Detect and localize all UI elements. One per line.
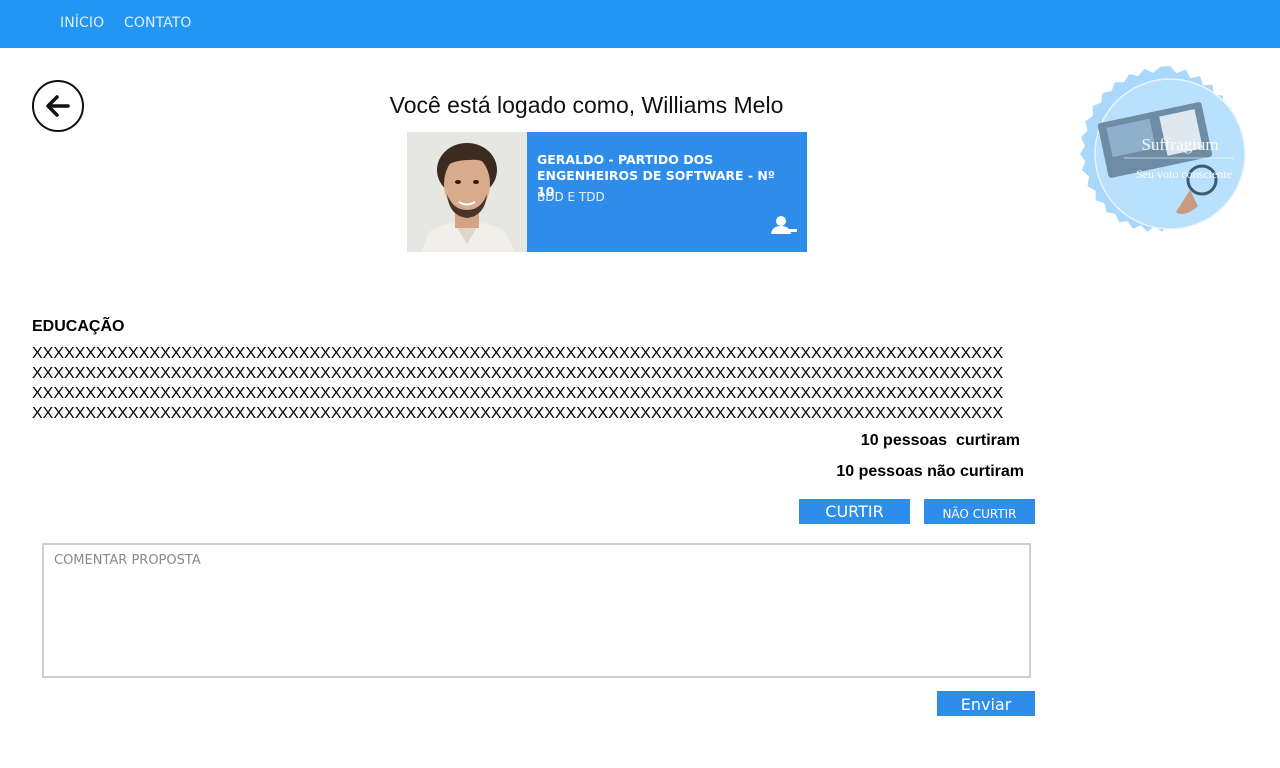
logo-tagline: Seu voto consciente xyxy=(1136,167,1232,181)
like-button[interactable]: CURTIR xyxy=(799,499,910,524)
logged-in-greeting: Você está logado como, Williams Melo xyxy=(389,92,784,118)
nav-link-inicio[interactable]: INÍCIO xyxy=(60,15,104,31)
candidate-proposal: BDD E TDD xyxy=(537,190,605,204)
proposal-title: EDUCAÇÃO xyxy=(32,318,125,335)
dislikes-count: 10 pessoas não curtiram xyxy=(836,463,1024,480)
dislike-button[interactable]: NÃO CURTIR xyxy=(924,499,1035,524)
suffragium-logo: Suffragium Seu voto consciente xyxy=(1080,66,1260,246)
send-button[interactable]: Enviar xyxy=(937,691,1035,716)
proposal-text: XXXXXXXXXXXXXXXXXXXXXXXXXXXXXXXXXXXXXXXX… xyxy=(32,345,1004,422)
nav-link-contato[interactable]: CONTATO xyxy=(124,15,192,31)
remove-user-icon[interactable] xyxy=(771,215,797,240)
comment-input[interactable] xyxy=(42,543,1031,678)
candidate-photo xyxy=(407,132,527,252)
logo-title: Suffragium xyxy=(1141,135,1218,154)
top-navbar: INÍCIO CONTATO xyxy=(0,0,1280,48)
likes-count: 10 pessoas curtiram xyxy=(860,432,1020,449)
candidate-card[interactable]: GERALDO - PARTIDO DOS ENGENHEIROS DE SOF… xyxy=(407,132,807,252)
